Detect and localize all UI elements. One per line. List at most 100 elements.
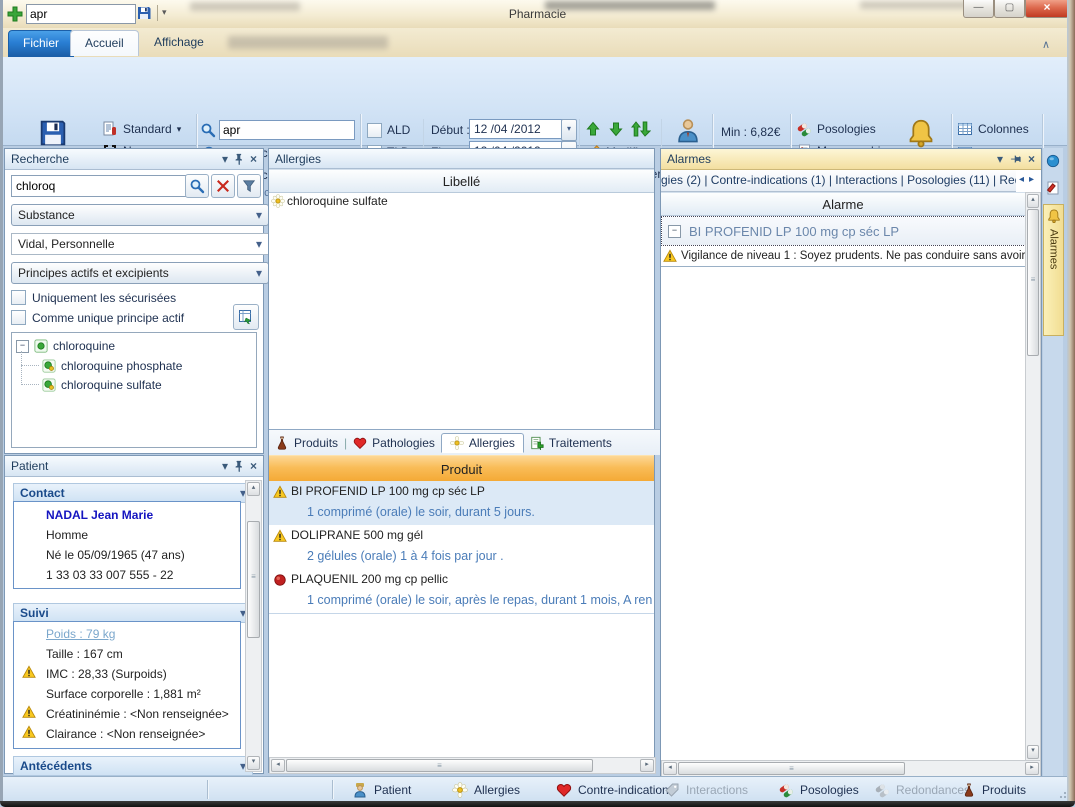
pin-horizontal-icon[interactable]: [1009, 154, 1022, 165]
pin-icon[interactable]: [234, 153, 244, 165]
tab-accueil[interactable]: Accueil: [70, 30, 139, 56]
scroll-left-icon[interactable]: [271, 759, 285, 772]
move-up-icon[interactable]: [585, 121, 601, 137]
scroll-down-icon[interactable]: [1027, 745, 1039, 759]
alarm-alert-row[interactable]: Vigilance de niveau 1 : Soyez prudents. …: [661, 246, 1029, 267]
scroll-left-icon[interactable]: [663, 762, 677, 775]
center-hscrollbar[interactable]: [269, 757, 656, 774]
tab-fichier[interactable]: Fichier: [8, 30, 74, 57]
collapse-minus-icon[interactable]: [668, 225, 681, 238]
tree-node-child[interactable]: chloroquine phosphate: [42, 359, 182, 373]
scroll-thumb[interactable]: [247, 521, 260, 638]
recherche-go-button[interactable]: [185, 174, 209, 198]
allergy-row[interactable]: chloroquine sulfate: [269, 192, 656, 210]
close-button[interactable]: [1025, 0, 1069, 18]
scroll-up-icon[interactable]: [247, 482, 260, 496]
alarmes-close-icon[interactable]: [1028, 152, 1035, 166]
recherche-panel-header[interactable]: Recherche: [5, 149, 263, 170]
product-row[interactable]: BI PROFENID LP 100 mg cp séc LP 1 compri…: [269, 481, 654, 526]
ribbon-search-input[interactable]: [219, 120, 355, 140]
dock-detail-button[interactable]: [1044, 150, 1062, 172]
alarmes-tabstrip[interactable]: gies (2) | Contre-indications (1) | Inte…: [661, 170, 1016, 192]
alarmes-menu-icon[interactable]: [997, 152, 1003, 166]
alarme-column-header[interactable]: Alarme: [661, 192, 1025, 216]
checkbox-securisees[interactable]: Uniquement les sécurisées: [11, 290, 176, 305]
suivi-section-header[interactable]: Suivi: [13, 603, 253, 623]
tab-pathologies[interactable]: Pathologies: [353, 436, 435, 450]
move-updown-icon[interactable]: [631, 121, 651, 137]
poids-link[interactable]: Poids : 79 kg: [46, 627, 238, 641]
posologies-button[interactable]: Posologies: [794, 119, 878, 139]
produit-header[interactable]: Produit: [269, 455, 654, 483]
libelle-column-header[interactable]: Libellé: [269, 169, 654, 193]
product-row[interactable]: PLAQUENIL 200 mg cp pellic 1 comprimé (o…: [269, 569, 654, 614]
tab-produits[interactable]: Produits: [275, 436, 338, 450]
scroll-down-icon[interactable]: [247, 756, 260, 770]
patient-birthdate: Né le 05/09/1965 (47 ans): [46, 548, 237, 562]
alarmes-panel-header[interactable]: Alarmes: [661, 149, 1041, 170]
alarm-group-row[interactable]: BI PROFENID LP 100 mg cp séc LP: [662, 217, 1035, 245]
recherche-clear-button[interactable]: [211, 174, 235, 198]
statusbar-patient[interactable]: Patient: [352, 780, 411, 799]
tree-node-child[interactable]: chloroquine sulfate: [42, 378, 162, 392]
contact-section-header[interactable]: Contact: [13, 483, 253, 503]
tabstrip-prev-icon[interactable]: [1019, 174, 1024, 185]
statusbar-posologies-label: Posologies: [800, 783, 859, 797]
statusbar-posologies[interactable]: Posologies: [778, 780, 859, 799]
standard-button[interactable]: Standard: [100, 119, 183, 139]
ald-checkbox[interactable]: ALD: [365, 120, 412, 140]
bell-icon: [1047, 209, 1061, 223]
minimize-button[interactable]: [963, 0, 994, 18]
statusbar-redondances[interactable]: Redondances: [874, 780, 970, 799]
statusbar-contre-indications-label: Contre-indications: [578, 783, 675, 797]
dock-alarmes-tab[interactable]: Alarmes: [1043, 204, 1064, 336]
patient-close-icon[interactable]: [250, 459, 257, 473]
debut-date-input[interactable]: 12 /04 /2012: [469, 119, 567, 139]
move-down-icon[interactable]: [608, 121, 624, 137]
scroll-right-icon[interactable]: [640, 759, 654, 772]
statusbar-contre-indications[interactable]: Contre-indications: [556, 780, 675, 799]
pin-icon[interactable]: [234, 460, 244, 472]
debut-date-dropdown-icon[interactable]: [561, 119, 577, 141]
recherche-search-input[interactable]: [11, 175, 189, 197]
statusbar-interactions[interactable]: Interactions: [664, 780, 748, 799]
scroll-right-icon[interactable]: [1025, 762, 1039, 775]
tabstrip-next-icon[interactable]: [1029, 174, 1034, 185]
recherche-close-icon[interactable]: [250, 152, 257, 166]
colonnes-label: Colonnes: [978, 122, 1029, 136]
heart-icon: [556, 782, 572, 798]
scroll-thumb[interactable]: [286, 759, 593, 772]
combo-principes[interactable]: Principes actifs et excipients: [11, 262, 269, 284]
tree-node-root[interactable]: chloroquine: [16, 339, 115, 353]
collapse-ribbon-icon[interactable]: [1042, 38, 1050, 51]
patient-scrollbar[interactable]: [245, 480, 262, 772]
search-icon: [200, 122, 216, 138]
product-row[interactable]: DOLIPRANE 500 mg gél 2 gélules (orale) 1…: [269, 525, 654, 570]
recherche-filter-button[interactable]: [237, 174, 261, 198]
statusbar-produits[interactable]: Produits: [962, 780, 1026, 799]
maximize-button[interactable]: [994, 0, 1025, 18]
dock-monographie-button[interactable]: [1044, 176, 1062, 200]
scroll-up-icon[interactable]: [1027, 194, 1039, 208]
colonnes-button[interactable]: Colonnes: [955, 119, 1031, 139]
statusbar-allergies[interactable]: Allergies: [452, 780, 520, 799]
alarmes-panel: Alarmes gies (2) | Contre-indications (1…: [660, 148, 1042, 778]
tab-traitements[interactable]: Traitements: [530, 436, 612, 450]
patient-menu-icon[interactable]: [222, 459, 228, 473]
checkbox-principe-actif[interactable]: Comme unique principe actif: [11, 310, 184, 325]
tab-allergies[interactable]: Allergies: [441, 433, 524, 453]
recherche-menu-icon[interactable]: [222, 152, 228, 166]
patient-panel-header[interactable]: Patient: [5, 456, 263, 477]
debut-date-value: 12 /04 /2012: [474, 122, 541, 136]
patient-name: NADAL Jean Marie: [46, 508, 237, 522]
alarmes-vscrollbar[interactable]: [1025, 192, 1041, 761]
alarmes-hscrollbar[interactable]: [661, 760, 1041, 777]
scroll-thumb[interactable]: [678, 762, 905, 775]
antecedents-section-header[interactable]: Antécédents: [13, 756, 253, 776]
combo-source[interactable]: Vidal, Personnelle: [11, 233, 269, 255]
scroll-thumb[interactable]: [1027, 209, 1039, 356]
export-table-button[interactable]: [233, 304, 259, 330]
combo-substance[interactable]: Substance: [11, 204, 269, 226]
tab-affichage[interactable]: Affichage: [140, 30, 218, 55]
posologies-label: Posologies: [817, 122, 876, 136]
